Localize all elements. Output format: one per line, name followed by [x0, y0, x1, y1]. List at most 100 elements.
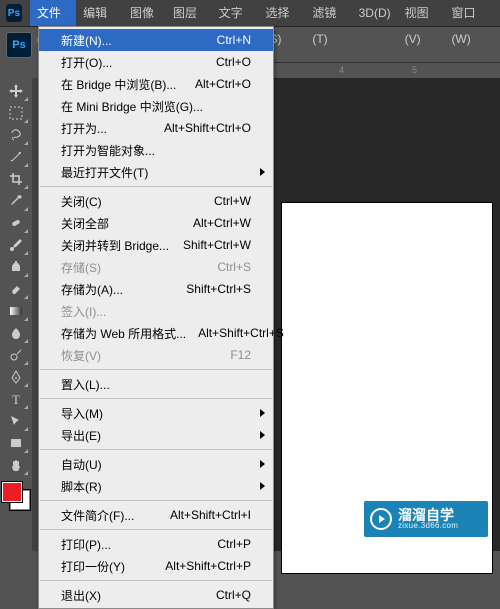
- menu-item: 签入(I)...: [39, 300, 273, 322]
- menu-item-label: 关闭全部: [61, 215, 181, 232]
- menu-item[interactable]: 导出(E): [39, 424, 273, 446]
- brush-tool[interactable]: [3, 234, 29, 256]
- pen-tool[interactable]: [3, 366, 29, 388]
- menu-item[interactable]: 在 Mini Bridge 中浏览(G)...: [39, 95, 273, 117]
- ruler-tick: 5: [412, 65, 417, 75]
- menu-item-shortcut: Alt+Shift+Ctrl+P: [165, 559, 251, 573]
- watermark-url: zixue.3d66.com: [398, 522, 458, 530]
- menu-item-label: 存储为(A)...: [61, 281, 174, 298]
- menu-item-label: 文件简介(F)...: [61, 507, 158, 524]
- menu-item[interactable]: 打开为智能对象...: [39, 139, 273, 161]
- eyedropper-tool[interactable]: [3, 190, 29, 212]
- menu-item-label: 打开(O)...: [61, 54, 204, 71]
- menu-item[interactable]: 存储为 Web 所用格式...Alt+Shift+Ctrl+S: [39, 322, 273, 344]
- menu-item-label: 在 Bridge 中浏览(B)...: [61, 76, 183, 93]
- submenu-arrow-icon: [260, 482, 265, 490]
- menu-item-label: 打印一份(Y): [61, 558, 153, 575]
- ruler-tick: 4: [339, 65, 344, 75]
- crop-tool[interactable]: [3, 168, 29, 190]
- menu-item-label: 关闭并转到 Bridge...: [61, 237, 171, 254]
- menu-item-label: 导入(M): [61, 405, 251, 422]
- menu-separator: [40, 529, 272, 530]
- menu-item-shortcut: Ctrl+S: [217, 260, 251, 274]
- app-logo-icon: Ps: [6, 4, 22, 22]
- menu-item[interactable]: 新建(N)...Ctrl+N: [39, 29, 273, 51]
- menu-文件[interactable]: 文件(F): [30, 0, 76, 26]
- menu-item[interactable]: 关闭(C) Ctrl+W: [39, 190, 273, 212]
- menu-item[interactable]: 脚本(R): [39, 475, 273, 497]
- menu-item-label: 存储(S): [61, 259, 205, 276]
- healing-tool[interactable]: [3, 212, 29, 234]
- color-swatches[interactable]: [2, 482, 30, 510]
- menu-文字[interactable]: 文字(Y): [212, 0, 259, 26]
- menu-item-label: 置入(L)...: [61, 376, 251, 393]
- rectangle-tool[interactable]: [3, 432, 29, 454]
- gradient-tool[interactable]: [3, 300, 29, 322]
- marquee-tool[interactable]: [3, 102, 29, 124]
- menu-separator: [40, 369, 272, 370]
- menu-separator: [40, 500, 272, 501]
- menu-item[interactable]: 最近打开文件(T): [39, 161, 273, 183]
- menu-item[interactable]: 置入(L)...: [39, 373, 273, 395]
- menu-item-shortcut: Ctrl+P: [217, 537, 251, 551]
- menu-item-label: 存储为 Web 所用格式...: [61, 325, 186, 342]
- menu-item-shortcut: Ctrl+N: [217, 33, 251, 47]
- menu-item-shortcut: Ctrl+O: [216, 55, 251, 69]
- menu-图层[interactable]: 图层(L): [166, 0, 212, 26]
- menu-item[interactable]: 关闭全部Alt+Ctrl+W: [39, 212, 273, 234]
- menu-item[interactable]: 在 Bridge 中浏览(B)... Alt+Ctrl+O: [39, 73, 273, 95]
- menu-item-label: 恢复(V): [61, 347, 218, 364]
- menu-separator: [40, 449, 272, 450]
- tool-preset-icon[interactable]: Ps: [6, 32, 32, 58]
- menu-编辑[interactable]: 编辑(E): [76, 0, 123, 26]
- watermark-title: 溜溜自学: [398, 508, 458, 522]
- menu-item-label: 打开为...: [61, 120, 152, 137]
- menu-item-shortcut: Ctrl+W: [214, 194, 251, 208]
- file-menu-dropdown: 新建(N)...Ctrl+N 打开(O)... Ctrl+O 在 Bridge 中浏览…: [38, 26, 274, 609]
- clone-tool[interactable]: [3, 256, 29, 278]
- menu-item-label: 打开为智能对象...: [61, 142, 251, 159]
- menu-item-shortcut: Ctrl+Q: [216, 588, 251, 602]
- menu-窗口[interactable]: 窗口(W): [444, 0, 494, 26]
- menu-item[interactable]: 存储为(A)... Shift+Ctrl+S: [39, 278, 273, 300]
- submenu-arrow-icon: [260, 460, 265, 468]
- menu-item[interactable]: 打印(P)...Ctrl+P: [39, 533, 273, 555]
- menu-item-label: 最近打开文件(T): [61, 164, 251, 181]
- eraser-tool[interactable]: [3, 278, 29, 300]
- dodge-tool[interactable]: [3, 344, 29, 366]
- menu-滤镜[interactable]: 滤镜(T): [305, 0, 351, 26]
- menu-item-shortcut: F12: [230, 348, 251, 362]
- menu-item-label: 导出(E): [61, 427, 251, 444]
- menu-item-label: 脚本(R): [61, 478, 251, 495]
- lasso-tool[interactable]: [3, 124, 29, 146]
- menu-item[interactable]: 导入(M): [39, 402, 273, 424]
- foreground-color-swatch[interactable]: [2, 482, 22, 502]
- menu-item[interactable]: 打印一份(Y) Alt+Shift+Ctrl+P: [39, 555, 273, 577]
- type-tool[interactable]: T: [3, 388, 29, 410]
- menu-选择[interactable]: 选择(S): [259, 0, 306, 26]
- menu-item-shortcut: Shift+Ctrl+S: [186, 282, 251, 296]
- menu-item[interactable]: 关闭并转到 Bridge...Shift+Ctrl+W: [39, 234, 273, 256]
- blur-tool[interactable]: [3, 322, 29, 344]
- submenu-arrow-icon: [260, 409, 265, 417]
- menu-item[interactable]: 退出(X)Ctrl+Q: [39, 584, 273, 606]
- menu-separator: [40, 186, 272, 187]
- menu-item[interactable]: 自动(U): [39, 453, 273, 475]
- magic-wand-tool[interactable]: [3, 146, 29, 168]
- menu-item[interactable]: 打开为...Alt+Shift+Ctrl+O: [39, 117, 273, 139]
- menu-item-label: 自动(U): [61, 456, 251, 473]
- path-select-tool[interactable]: [3, 410, 29, 432]
- menu-3d[interactable]: 3D(D): [352, 0, 398, 26]
- menu-item[interactable]: 打开(O)... Ctrl+O: [39, 51, 273, 73]
- menu-bar: 文件(F)编辑(E)图像(I)图层(L)文字(Y)选择(S)滤镜(T)3D(D)…: [30, 0, 494, 26]
- menu-图像[interactable]: 图像(I): [123, 0, 166, 26]
- hand-tool[interactable]: [3, 454, 29, 476]
- menu-item-shortcut: Alt+Ctrl+O: [195, 77, 251, 91]
- menu-视图[interactable]: 视图(V): [398, 0, 445, 26]
- menu-item[interactable]: 文件简介(F)...Alt+Shift+Ctrl+I: [39, 504, 273, 526]
- svg-text:T: T: [12, 392, 20, 406]
- menu-separator: [40, 398, 272, 399]
- move-tool[interactable]: [3, 80, 29, 102]
- menu-item-label: 在 Mini Bridge 中浏览(G)...: [61, 98, 251, 115]
- menu-item-label: 关闭(C): [61, 193, 202, 210]
